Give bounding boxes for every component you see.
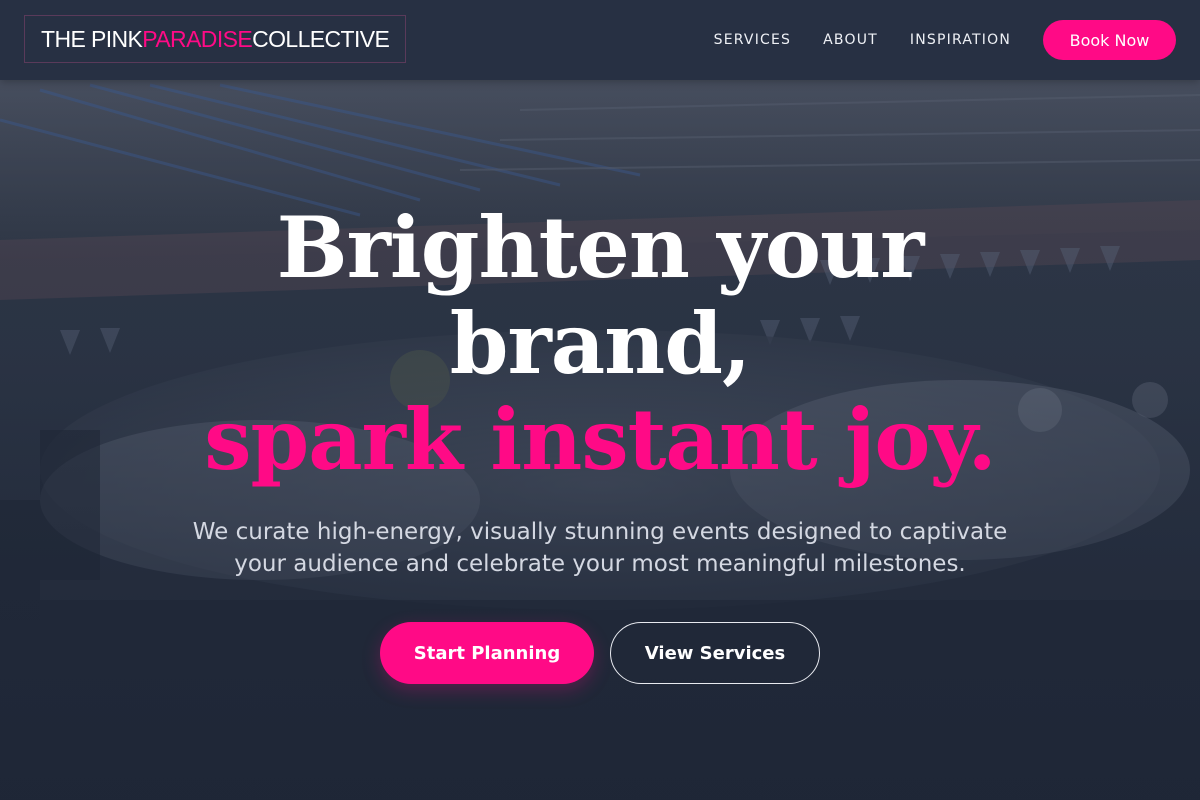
site-header: THE PINK PARADISE COLLECTIVE SERVICES AB… (0, 0, 1200, 80)
headline-line-1: Brighten your (276, 198, 925, 297)
hero-section: Brighten your brand, spark instant joy. … (0, 200, 1200, 684)
book-now-button[interactable]: Book Now (1043, 20, 1176, 60)
hero-headline: Brighten your brand, spark instant joy. (0, 200, 1200, 488)
headline-line-2: brand, (449, 294, 751, 393)
logo-text-part1: THE PINK (41, 25, 143, 52)
logo-text-accent: PARADISE (142, 25, 253, 52)
hero-subtext: We curate high-energy, visually stunning… (192, 519, 1008, 577)
logo-text-part2: COLLECTIVE (252, 25, 390, 52)
headline-line-3-accent: spark instant joy. (204, 390, 997, 489)
view-services-button[interactable]: View Services (610, 622, 820, 684)
nav-link-about[interactable]: ABOUT (823, 32, 878, 48)
main-nav: SERVICES ABOUT INSPIRATION Book Now (714, 20, 1176, 60)
nav-link-inspiration[interactable]: INSPIRATION (910, 32, 1011, 48)
brand-logo[interactable]: THE PINK PARADISE COLLECTIVE (24, 15, 407, 63)
start-planning-button[interactable]: Start Planning (380, 622, 594, 684)
cta-row: Start Planning View Services (0, 622, 1200, 684)
landing-page: THE PINK PARADISE COLLECTIVE SERVICES AB… (0, 0, 1200, 800)
nav-link-services[interactable]: SERVICES (714, 32, 792, 48)
